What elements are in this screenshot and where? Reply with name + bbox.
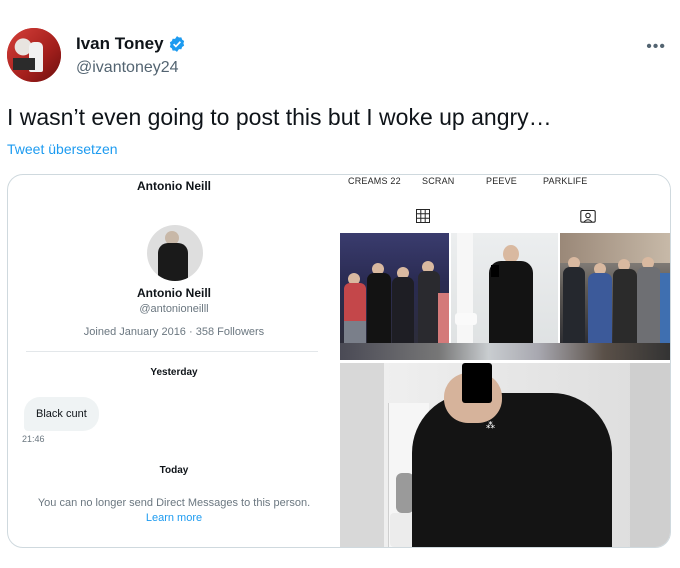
highlight-label: SCRAN xyxy=(422,176,455,186)
dm-date-yesterday: Yesterday xyxy=(150,367,198,378)
dm-profile-avatar xyxy=(147,225,203,281)
verified-badge-icon xyxy=(169,36,184,52)
author-name[interactable]: Ivan Toney xyxy=(76,34,164,54)
tweet-media-image[interactable]: Antonio Neill Antonio Neill @antonioneil… xyxy=(7,174,671,548)
dm-message-bubble: Black cunt xyxy=(24,397,99,431)
more-icon[interactable]: ••• xyxy=(646,38,666,56)
post-thumbnail-row-strip xyxy=(340,343,670,360)
translate-link[interactable]: Tweet übersetzen xyxy=(7,141,118,157)
dm-profile-name: Antonio Neill xyxy=(137,286,211,300)
highlight-label: PEEVE xyxy=(486,176,518,186)
dm-profile-handle: @antonioneilll xyxy=(139,303,209,315)
dm-blocked-notice: You can no longer send Direct Messages t… xyxy=(37,497,311,509)
tweet-text: I wasn’t even going to post this but I w… xyxy=(7,104,552,130)
highlight-label: PARKLIFE xyxy=(543,176,588,186)
dm-message-time: 21:46 xyxy=(22,434,45,444)
tagged-icon xyxy=(580,209,596,223)
post-large-mirror-selfie: ⁂ xyxy=(340,363,670,547)
adidas-logo-icon: ⁂ xyxy=(486,420,495,430)
instagram-profile-screenshot: CREAMS 22 SCRAN PEEVE PARKLIFE ⁂ xyxy=(340,175,670,547)
highlight-label: CREAMS 22 xyxy=(348,176,401,186)
instagram-highlights: CREAMS 22 SCRAN PEEVE PARKLIFE xyxy=(340,175,670,191)
dm-date-today: Today xyxy=(159,465,189,476)
dm-divider xyxy=(26,351,318,352)
dm-profile-joined: Joined January 2016 · 358 Followers xyxy=(83,326,265,338)
post-thumbnail-outdoor-group xyxy=(560,233,670,343)
author-name-row[interactable]: Ivan Toney xyxy=(76,34,186,54)
tweet: Ivan Toney @ivantoney24 ••• I wasn’t eve… xyxy=(0,0,680,568)
author-handle[interactable]: @ivantoney24 xyxy=(76,59,179,77)
author-avatar[interactable] xyxy=(7,28,61,82)
dm-header-name: Antonio Neill xyxy=(137,179,211,193)
post-thumbnail-mirror-selfie xyxy=(451,233,558,343)
post-thumbnail-group-night xyxy=(340,233,449,343)
grid-icon xyxy=(416,209,430,223)
dm-learn-more-link: Learn more xyxy=(145,512,203,524)
